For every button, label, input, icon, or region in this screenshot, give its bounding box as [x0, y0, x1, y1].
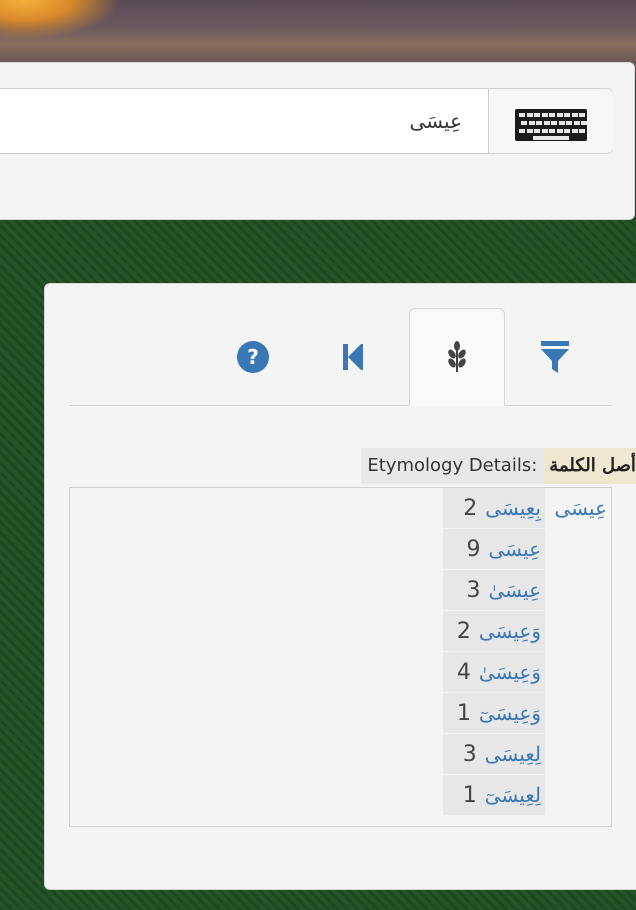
- forms-table: بِعِيسَى 2 عِيسَى 9 عِيسَىٰ 3 وَعِيسَى 2 وَعِيسَ…: [443, 488, 545, 816]
- form-row: عِيسَى 9: [443, 529, 545, 570]
- form-count: 1: [462, 782, 477, 808]
- keyboard-key: [519, 113, 525, 117]
- keyboard-button[interactable]: [488, 89, 613, 153]
- keyboard-key: [573, 121, 580, 125]
- keyboard-key: [541, 129, 548, 133]
- form-row: بِعِيسَى 2: [443, 488, 545, 529]
- form-word-link[interactable]: لِعِيسَى: [485, 742, 541, 766]
- keyboard-key: [534, 113, 540, 117]
- form-count: 2: [456, 618, 471, 644]
- root-word-link[interactable]: عِيسَى: [545, 496, 607, 520]
- keyboard-key: [534, 129, 540, 133]
- keyboard-key: [566, 121, 572, 125]
- form-row: وَعِيسَىٰ 4: [443, 652, 545, 693]
- keyboard-key: [528, 121, 535, 125]
- form-count: 9: [466, 536, 481, 562]
- keyboard-key: [579, 113, 585, 117]
- etymology-details: عِيسَى بِعِيسَى 2 عِيسَى 9 عِيسَىٰ 3 وَعِيسَى 2…: [69, 487, 612, 827]
- keyboard-key: [556, 129, 563, 133]
- keyboard-key: [519, 129, 525, 133]
- keyboard-key: [536, 121, 542, 125]
- keyboard-key: [526, 129, 533, 133]
- keyboard-space-key: [533, 136, 569, 140]
- keyboard-key: [581, 121, 587, 125]
- etymology-label-en: Etymology Details:: [361, 448, 544, 484]
- form-row: لِعِيسَى 3: [443, 734, 545, 775]
- keyboard-key: [571, 113, 578, 117]
- keyboard-key: [558, 121, 565, 125]
- form-count: 3: [466, 577, 481, 603]
- keyboard-key: [564, 129, 570, 133]
- svg-text:?: ?: [247, 345, 259, 369]
- search-panel: [0, 62, 635, 220]
- tab-help[interactable]: ?: [205, 308, 301, 406]
- keyboard-key: [556, 113, 563, 117]
- etymology-label-ar: أصل الكلمة: [543, 448, 636, 484]
- keyboard-key: [526, 113, 533, 117]
- form-row: وَعِيسَىٓ 1: [443, 693, 545, 734]
- form-count: 4: [456, 659, 471, 685]
- help-icon: ?: [237, 341, 269, 373]
- form-word-link[interactable]: وَعِيسَىٰ: [479, 660, 541, 684]
- form-word-link[interactable]: عِيسَى: [489, 537, 541, 561]
- keyboard-key: [549, 113, 555, 117]
- keyboard-icon: [515, 109, 587, 141]
- form-word-link[interactable]: لِعِيسَىٓ: [485, 783, 541, 807]
- wheat-icon: [448, 341, 466, 372]
- filter-icon: [541, 341, 569, 373]
- form-row: عِيسَىٰ 3: [443, 570, 545, 611]
- keyboard-key: [543, 121, 550, 125]
- keyboard-key: [549, 129, 555, 133]
- search-input[interactable]: [0, 89, 488, 153]
- form-row: وَعِيسَى 2: [443, 611, 545, 652]
- tab-first[interactable]: [305, 308, 401, 406]
- tab-filter[interactable]: [507, 308, 603, 406]
- keyboard-key: [521, 121, 527, 125]
- keyboard-key: [564, 113, 570, 117]
- form-count: 2: [463, 495, 478, 521]
- form-row: لِعِيسَىٓ 1: [443, 775, 545, 816]
- form-word-link[interactable]: بِعِيسَى: [485, 496, 541, 520]
- search-group: [0, 88, 613, 154]
- keyboard-key: [541, 113, 548, 117]
- keyboard-key: [579, 129, 585, 133]
- tab-etymology[interactable]: [409, 308, 505, 406]
- keyboard-key: [571, 129, 578, 133]
- form-word-link[interactable]: وَعِيسَى: [479, 619, 541, 643]
- form-word-link[interactable]: وَعِيسَىٓ: [479, 701, 541, 725]
- etymology-caption: : أصل الكلمة Etymology Details:: [342, 448, 636, 484]
- first-page-icon: [343, 344, 363, 370]
- results-panel: ? : أصل الكلمة Etymology Details: عِيسَى…: [44, 283, 636, 890]
- keyboard-key: [551, 121, 557, 125]
- form-count: 1: [456, 700, 471, 726]
- form-count: 3: [462, 741, 477, 767]
- form-word-link[interactable]: عِيسَىٰ: [489, 578, 541, 602]
